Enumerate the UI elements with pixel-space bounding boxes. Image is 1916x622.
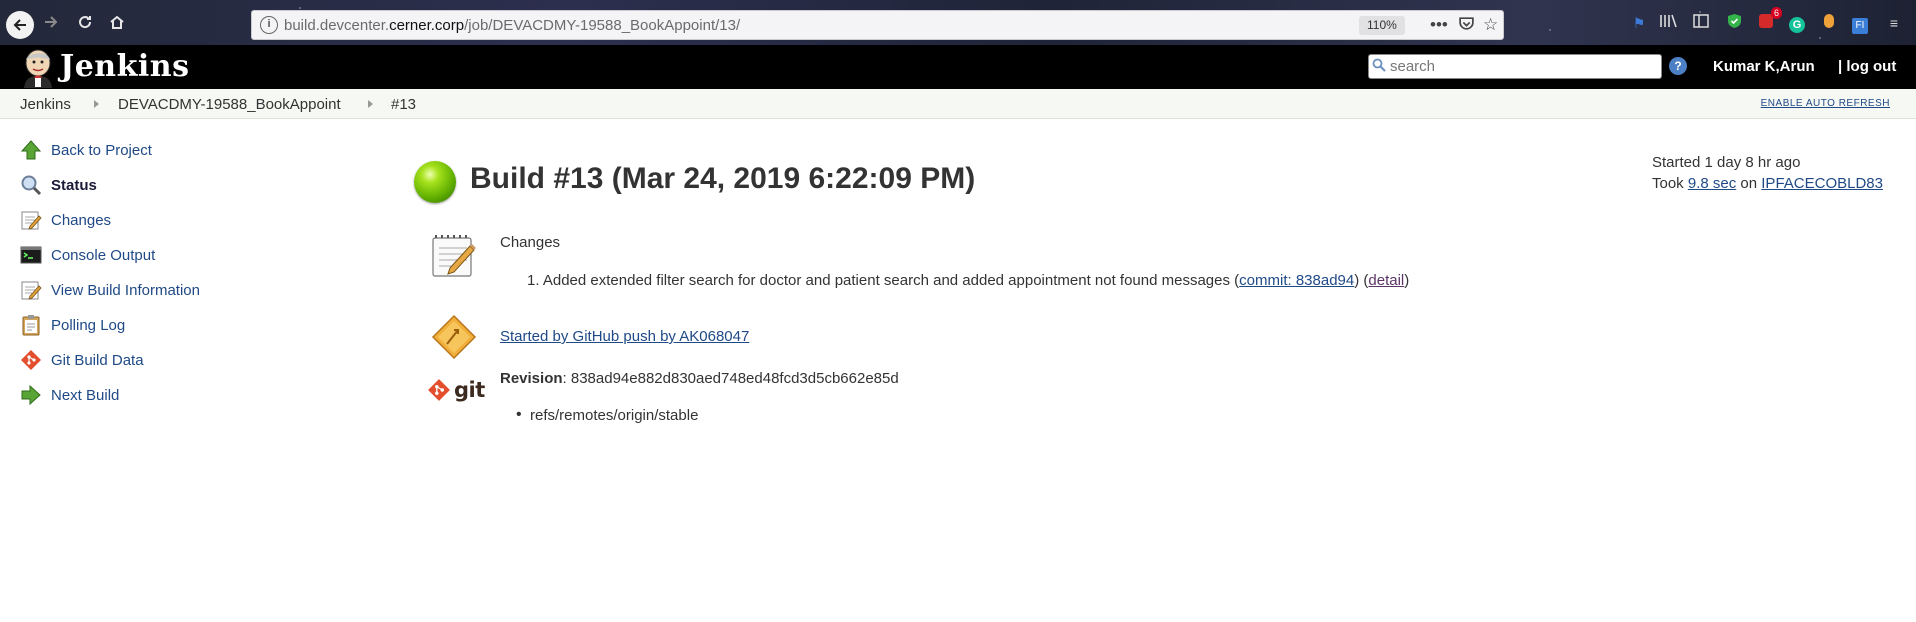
changes-heading: Changes	[500, 234, 561, 251]
breadcrumb-jenkins[interactable]: Jenkins	[20, 96, 71, 113]
search-input[interactable]	[1390, 56, 1658, 77]
menu-icon[interactable]: ≡	[1884, 13, 1904, 33]
reload-button[interactable]	[72, 9, 98, 35]
commit-link[interactable]: commit: 838ad94	[1239, 272, 1354, 289]
git-logo: git	[427, 378, 485, 402]
revision-text: Revision: 838ad94e882d830aed748ed48fcd3d…	[500, 370, 899, 387]
breadcrumb-separator[interactable]	[368, 100, 373, 108]
breadcrumb-separator[interactable]	[94, 100, 99, 108]
orange-extension-icon[interactable]	[1819, 13, 1839, 33]
git-icon	[18, 347, 44, 373]
extension-blue-icon[interactable]: ⚑	[1629, 13, 1649, 33]
sidebar-item-console-output[interactable]: Console Output	[18, 241, 155, 269]
terminal-icon	[18, 242, 44, 268]
change-separator: ) (	[1354, 272, 1369, 289]
forward-button[interactable]	[38, 9, 64, 35]
extension-badge: 6	[1770, 7, 1782, 19]
bookmark-star-icon[interactable]: ☆	[1483, 15, 1498, 35]
shield-extension-icon[interactable]	[1724, 13, 1744, 33]
enable-auto-refresh-link[interactable]: ENABLE AUTO REFRESH	[1761, 98, 1890, 109]
sidebar-item-label[interactable]: View Build Information	[51, 282, 200, 299]
browser-toolbar: i build.devcenter.cerner.corp/job/DEVACD…	[0, 0, 1916, 45]
help-icon[interactable]: ?	[1669, 57, 1687, 75]
sidebar-item-label[interactable]: Console Output	[51, 247, 155, 264]
sidebar-item-back-to-project[interactable]: Back to Project	[18, 136, 152, 164]
user-link[interactable]: Kumar K,Arun	[1713, 58, 1815, 75]
magnifier-icon	[18, 172, 44, 198]
duration-link[interactable]: 9.8 sec	[1688, 175, 1736, 192]
notepad-icon	[18, 277, 44, 303]
branch-ref-item: refs/remotes/origin/stable	[516, 406, 698, 424]
library-icon[interactable]	[1658, 13, 1678, 33]
jenkins-title[interactable]: Jenkins	[60, 49, 189, 84]
up-arrow-icon	[18, 137, 44, 163]
revision-label: Revision	[500, 370, 563, 387]
right-arrow-icon	[18, 382, 44, 408]
sidebar-item-next-build[interactable]: Next Build	[18, 381, 119, 409]
url-prefix: build.devcenter.	[284, 17, 390, 34]
node-link[interactable]: IPFACECOBLD83	[1761, 175, 1883, 192]
took-mid: on	[1736, 175, 1762, 192]
revision-value: : 838ad94e882d830aed748ed48fcd3d5cb662e8…	[562, 370, 899, 387]
sidebar-item-label[interactable]: Next Build	[51, 387, 119, 404]
page-actions-icon[interactable]: •••	[1430, 15, 1448, 35]
breadcrumb-build[interactable]: #13	[391, 96, 416, 113]
sidebar-item-view-build-information[interactable]: View Build Information	[18, 276, 200, 304]
sidebar-item-label[interactable]: Status	[51, 177, 97, 194]
home-button[interactable]	[104, 9, 130, 35]
sidebar-item-label[interactable]: Git Build Data	[51, 352, 144, 369]
site-info-icon[interactable]: i	[260, 16, 278, 34]
detail-link[interactable]: detail	[1368, 272, 1404, 289]
sidebar-item-status[interactable]: Status	[18, 171, 97, 199]
change-list-item: 1. Added extended filter search for doct…	[527, 272, 1409, 289]
jenkins-header: Jenkins ? Kumar K,Arun | log out	[0, 45, 1916, 89]
sidebar-item-label[interactable]: Back to Project	[51, 142, 152, 159]
jenkins-butler-icon[interactable]	[18, 48, 58, 88]
change-number: 1.	[527, 272, 540, 289]
git-icon	[428, 379, 450, 401]
breadcrumb: Jenkins DEVACDMY-19588_BookAppoint #13 E…	[0, 89, 1916, 119]
build-status-ball-icon	[414, 161, 456, 203]
sidebar-item-changes[interactable]: Changes	[18, 206, 111, 234]
address-bar[interactable]: i build.devcenter.cerner.corp/job/DEVACD…	[251, 10, 1504, 40]
sidebar-toggle-icon[interactable]	[1691, 13, 1711, 33]
back-button[interactable]	[6, 11, 34, 39]
build-started-text: Started 1 day 8 hr ago	[1652, 154, 1801, 171]
url-path: /job/DEVACDMY-19588_BookAppoint/13/	[464, 17, 741, 34]
url-text[interactable]: build.devcenter.cerner.corp/job/DEVACDMY…	[284, 17, 740, 34]
forward-arrow-icon	[45, 16, 58, 28]
github-push-icon	[431, 314, 477, 360]
breadcrumb-job[interactable]: DEVACDMY-19588_BookAppoint	[118, 96, 341, 113]
sidebar-item-git-build-data[interactable]: Git Build Data	[18, 346, 144, 374]
notepad-icon	[432, 235, 476, 277]
took-prefix: Took	[1652, 175, 1688, 192]
grammarly-icon[interactable]: G	[1787, 13, 1807, 33]
started-by-link[interactable]: Started by GitHub push by AK068047	[500, 328, 749, 345]
url-domain: cerner.corp	[389, 17, 465, 34]
back-arrow-icon	[13, 19, 26, 31]
clipboard-icon	[18, 312, 44, 338]
notepad-icon	[18, 207, 44, 233]
page-title: Build #13 (Mar 24, 2019 6:22:09 PM)	[470, 162, 976, 195]
fi-extension-icon[interactable]: FI	[1850, 13, 1870, 34]
search-box[interactable]	[1368, 54, 1662, 79]
reload-icon	[79, 16, 92, 29]
build-duration-text: Took 9.8 sec on IPFACECOBLD83	[1652, 175, 1883, 192]
pocket-icon[interactable]	[1458, 15, 1475, 37]
zoom-indicator[interactable]: 110%	[1359, 16, 1405, 35]
search-icon	[1372, 58, 1386, 75]
change-end: )	[1404, 272, 1410, 289]
git-logo-text: git	[454, 378, 485, 402]
sidebar-item-label[interactable]: Polling Log	[51, 317, 125, 334]
change-message: Added extended filter search for doctor …	[542, 272, 1240, 289]
sidebar-item-label[interactable]: Changes	[51, 212, 111, 229]
home-icon	[110, 15, 124, 29]
logout-link[interactable]: | log out	[1838, 58, 1896, 75]
sidebar-item-polling-log[interactable]: Polling Log	[18, 311, 125, 339]
red-extension-icon[interactable]: 6	[1756, 7, 1782, 33]
